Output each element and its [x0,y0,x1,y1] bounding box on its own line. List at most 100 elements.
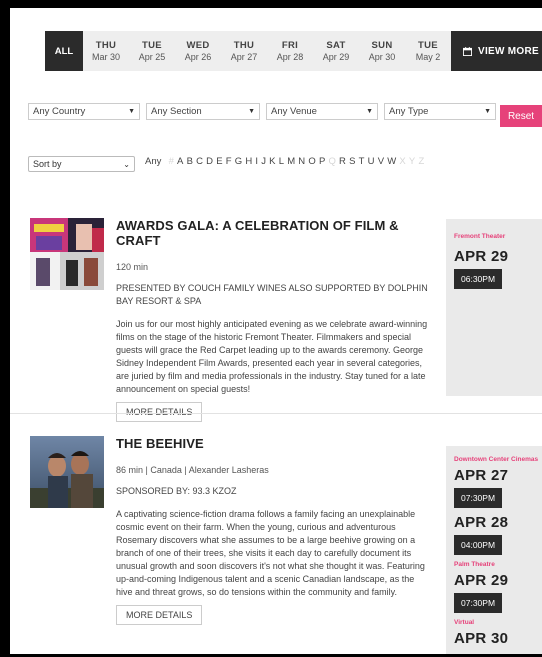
date-all-button[interactable]: ALL [45,31,83,71]
country-select-value: Any Country [33,106,86,117]
event-description: A captivating science-fiction drama foll… [116,509,425,597]
alpha-letter-link: # [168,156,174,167]
date-md: Apr 25 [138,52,166,62]
view-more-label: VIEW MORE [477,45,540,57]
caret-down-icon: ▼ [484,108,491,115]
date-dow: SAT [326,40,346,51]
date-button[interactable]: TUE Apr 25 [129,31,175,71]
alpha-letter-link[interactable]: R [339,156,346,167]
screening-venue: Palm Theatre [454,561,495,568]
alpha-letter-link[interactable]: H [245,156,252,167]
screening-time-button[interactable]: 07:30PM [454,593,503,613]
event-sponsor: PRESENTED BY COUCH FAMILY WINES ALSO SUP… [116,283,428,306]
event-title[interactable]: THE BEEHIVE [116,436,430,451]
more-details-button[interactable]: MORE DETAILS [116,402,203,422]
screening-date: APR 28 [454,514,509,531]
date-button[interactable]: TUE May 2 [405,31,451,71]
screening-time-button[interactable]: 04:00PM [454,535,503,555]
filter-row: Any Country ▼ Any Section ▼ Any Venue ▼ Any… [28,103,496,120]
date-button[interactable]: WED Apr 26 [175,31,221,71]
venue-select[interactable]: Any Venue ▼ [266,103,378,120]
event-thumbnail[interactable] [30,436,104,508]
screening-date: APR 30 [454,630,509,647]
date-button[interactable]: THU Apr 27 [221,31,267,71]
more-details-button[interactable]: MORE DETAILS [116,605,203,625]
alpha-letter-link[interactable]: P [319,156,325,167]
screening-date: APR 27 [454,467,509,484]
date-dow: THU [233,40,255,51]
date-button[interactable]: SUN Apr 30 [359,31,405,71]
view-more-button[interactable]: VIEW MORE [451,31,542,71]
event-title[interactable]: AWARDS GALA: A CELEBRATION OF FILM & CRA… [116,218,430,248]
section-divider [10,413,542,414]
date-md: Mar 30 [91,52,120,62]
alpha-letter-link: Y [408,156,416,167]
country-select[interactable]: Any Country ▼ [28,103,140,120]
sort-select[interactable]: Sort by ⌄ [28,156,135,172]
date-button[interactable]: FRI Apr 28 [267,31,313,71]
alpha-letter-link[interactable]: B [187,156,193,167]
page-frame: ALL THU Mar 30 TUE Apr 25 WED Apr 26 THU Apr… [10,8,542,654]
event-image-still [30,436,104,508]
event-image-collage [30,218,104,290]
alpha-letter-link[interactable]: K [269,156,275,167]
alpha-letter-link[interactable]: W [387,156,396,167]
alpha-letter-link[interactable]: G [235,156,242,167]
type-select-value: Any Type [389,106,429,117]
alpha-letter-link[interactable]: I [255,156,258,167]
date-md: Apr 26 [184,52,212,62]
alpha-letter-link[interactable]: L [279,156,284,167]
alpha-letter-link[interactable]: J [261,156,266,167]
screening-date: APR 29 [454,572,509,589]
caret-down-icon: ▼ [248,108,255,115]
section-select[interactable]: Any Section ▼ [146,103,260,120]
alpha-letter-link[interactable]: D [206,156,213,167]
screening-venue: Virtual [454,619,475,626]
caret-down-icon: ▼ [128,108,135,115]
screening-time-button[interactable]: 06:30PM [454,269,503,289]
screening-venue: Downtown Center Cinemas [454,456,539,463]
alphabet-filter: Any # A B C D E F G H I J K L M N O P Q R S T U V W X Y Z [145,156,424,167]
alpha-letter-link[interactable]: F [226,156,232,167]
date-dow: TUE [418,40,438,51]
event-body: THE BEEHIVE 86 min | Canada | Alexander … [116,436,430,625]
date-md: Apr 28 [276,52,304,62]
alpha-letter-link[interactable]: C [196,156,203,167]
alpha-letter-link[interactable]: S [349,156,355,167]
event-meta: 86 min | Canada | Alexander Lasheras [116,465,269,475]
reset-button[interactable]: Reset [500,105,542,127]
event-sponsor: SPONSORED BY: 93.3 KZOZ [116,486,237,496]
event-thumbnail[interactable] [30,218,104,290]
alpha-letter-link[interactable]: E [216,156,222,167]
chevron-down-icon: ⌄ [123,159,130,169]
date-dow: THU [95,40,117,51]
date-button[interactable]: THU Mar 30 [83,31,129,71]
date-dow: WED [186,40,210,51]
alpha-letter-link[interactable]: A [177,156,183,167]
date-filter-bar: ALL THU Mar 30 TUE Apr 25 WED Apr 26 THU Apr… [45,31,542,71]
date-dow: FRI [281,40,299,51]
event-meta: 120 min [116,262,149,272]
alpha-any-link[interactable]: Any [145,156,161,167]
date-button[interactable]: SAT Apr 29 [313,31,359,71]
sort-select-value: Sort by [33,159,62,169]
alpha-letter-link[interactable]: O [308,156,315,167]
date-md: May 2 [415,52,441,62]
event-description: Join us for our most highly anticipated … [116,319,428,394]
type-select[interactable]: Any Type ▼ [384,103,496,120]
alpha-letter-link[interactable]: U [368,156,375,167]
date-md: Apr 27 [230,52,258,62]
alpha-letter-link[interactable]: V [378,156,384,167]
alpha-letter-link[interactable]: T [359,156,365,167]
section-select-value: Any Section [151,106,202,117]
event-body: AWARDS GALA: A CELEBRATION OF FILM & CRA… [116,218,430,422]
calendar-icon [462,46,472,56]
alpha-letter-link[interactable]: N [298,156,305,167]
date-md: Apr 30 [368,52,396,62]
screening-time-button[interactable]: 07:30PM [454,488,503,508]
date-md: Apr 29 [322,52,350,62]
alpha-letter-link: Z [418,156,425,167]
alpha-letter-link: Q [328,156,336,167]
date-dow: SUN [371,40,393,51]
alpha-letter-link[interactable]: M [287,156,295,167]
